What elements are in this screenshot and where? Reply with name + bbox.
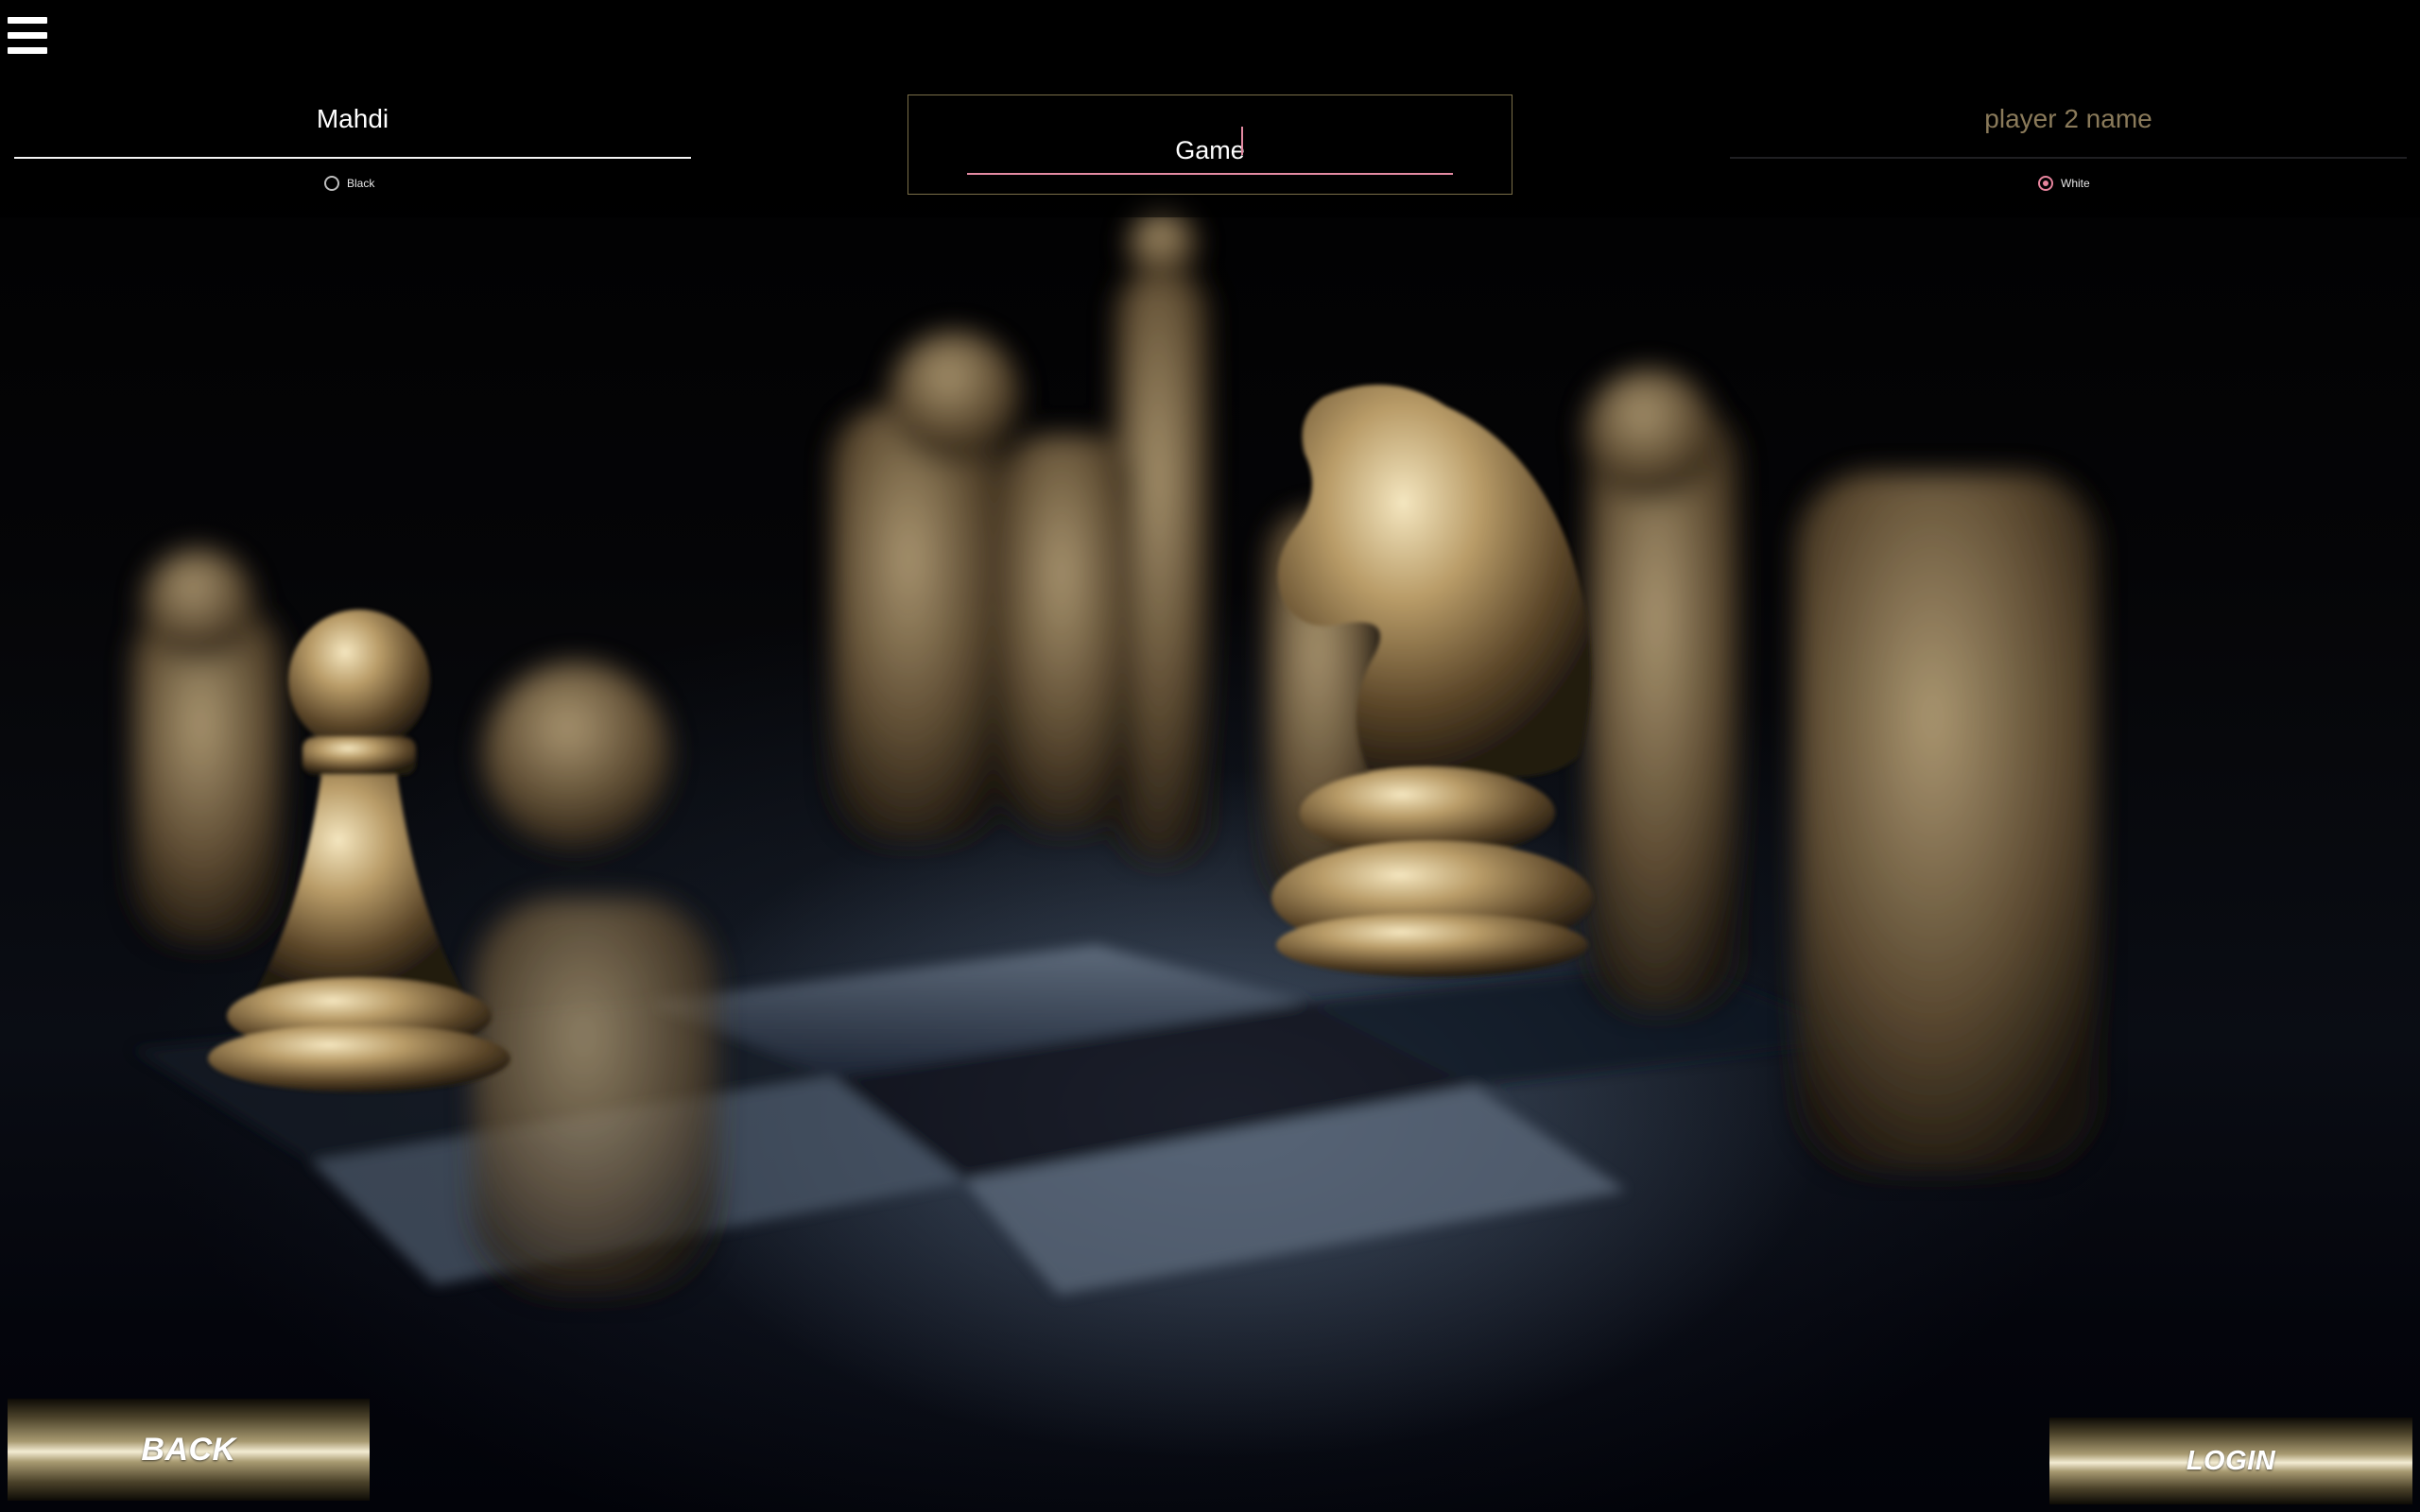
player1-name-field xyxy=(14,91,691,159)
top-bar xyxy=(0,0,2420,76)
chess-pieces-illustration xyxy=(132,210,2099,1295)
game-name-input[interactable] xyxy=(967,112,1453,175)
radio-checked-icon[interactable] xyxy=(2038,176,2053,191)
login-button[interactable]: LOGIN xyxy=(2049,1418,2412,1504)
back-button[interactable]: BACK xyxy=(8,1399,370,1501)
player2-color-radio[interactable]: White xyxy=(2038,173,2090,194)
radio-unchecked-icon[interactable] xyxy=(324,176,339,191)
player2-color-label: White xyxy=(2061,177,2090,190)
player1-color-radio[interactable]: Black xyxy=(324,173,374,194)
hamburger-menu-icon[interactable] xyxy=(8,17,47,57)
player1-color-label: Black xyxy=(347,177,375,190)
text-caret xyxy=(1241,127,1243,155)
game-name-box xyxy=(908,94,1512,195)
chess-login-screen: Black White BACK LOGIN xyxy=(0,0,2420,1512)
player2-name-field xyxy=(1730,91,2407,159)
chess-background-image xyxy=(0,0,2420,1512)
player2-name-input[interactable] xyxy=(1730,91,2407,159)
player1-name-input[interactable] xyxy=(14,91,691,159)
